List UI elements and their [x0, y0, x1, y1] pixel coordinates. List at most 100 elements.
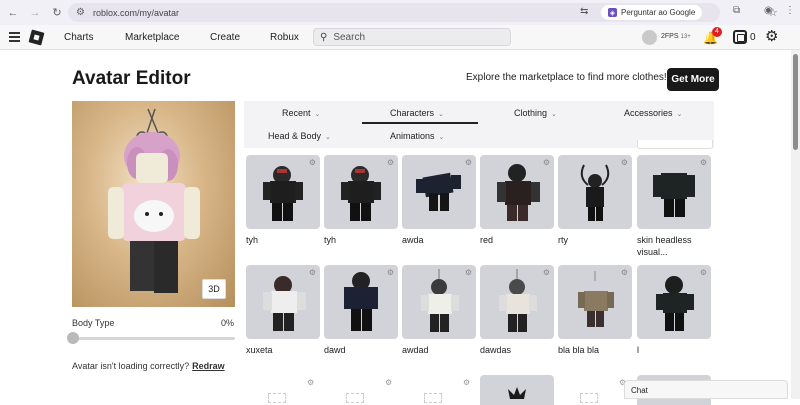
toggle-3d-button[interactable]: 3D: [202, 279, 226, 299]
url-text[interactable]: roblox.com/my/avatar: [93, 8, 179, 18]
body-type-slider-handle[interactable]: [67, 332, 79, 344]
loading-placeholder: [424, 393, 442, 403]
body-type-value: 0%: [221, 318, 235, 328]
character-thumbnail[interactable]: ⚙: [480, 155, 554, 229]
roblox-logo[interactable]: [28, 29, 45, 46]
character-thumbnail[interactable]: ⚙: [324, 265, 398, 339]
tab-recent[interactable]: Recent ⌄: [282, 108, 320, 118]
settings-gear-icon[interactable]: ⚙: [465, 158, 472, 167]
site-info-icon[interactable]: ⚙: [76, 7, 85, 18]
character-card[interactable]: ⚙ awdad: [402, 265, 476, 356]
character-card[interactable]: ⚙ awda: [402, 155, 476, 246]
chevron-down-icon: ⌄: [314, 111, 321, 118]
loading-placeholder: [268, 393, 286, 403]
character-name: xuxeta: [246, 345, 273, 355]
character-figure: [508, 387, 526, 399]
avatar[interactable]: [642, 30, 657, 45]
tab-head-body[interactable]: Head & Body ⌄: [268, 131, 331, 141]
character-name: rty: [558, 235, 568, 245]
search-input[interactable]: ⚲ Search: [313, 28, 511, 46]
character-card[interactable]: ⚙ dawdas: [480, 265, 554, 356]
browser-menu-icon[interactable]: ⋮: [785, 5, 795, 16]
settings-gear-icon[interactable]: ⚙: [387, 268, 394, 277]
profile-icon[interactable]: ◉: [764, 5, 773, 16]
character-name: dawd: [324, 345, 346, 355]
redraw-link[interactable]: Redraw: [192, 361, 225, 371]
robux-icon[interactable]: [733, 30, 747, 44]
character-thumbnail[interactable]: ⚙: [324, 155, 398, 229]
character-thumbnail[interactable]: ⚙: [558, 155, 632, 229]
dropdown-edge: [637, 140, 713, 149]
character-card[interactable]: ⚙ skin headless visual...: [637, 155, 711, 258]
nav-robux[interactable]: Robux: [270, 32, 299, 43]
age-badge: 13+: [680, 34, 691, 40]
tab-characters[interactable]: Characters ⌄: [390, 108, 444, 118]
chevron-down-icon: ⌄: [438, 134, 445, 141]
character-thumbnail[interactable]: ⚙: [558, 265, 632, 339]
menu-icon[interactable]: [9, 32, 20, 42]
character-card[interactable]: ⚙ xuxeta: [246, 265, 320, 356]
tab-accessories[interactable]: Accessories ⌄: [624, 108, 682, 118]
nav-marketplace[interactable]: Marketplace: [125, 32, 179, 43]
tab-animations[interactable]: Animations ⌄: [390, 131, 444, 141]
robux-balance[interactable]: 0: [750, 32, 756, 43]
character-thumbnail[interactable]: ⚙: [402, 265, 476, 339]
body-type-slider-track[interactable]: [72, 337, 235, 340]
chevron-down-icon: ⌄: [438, 111, 444, 118]
settings-gear-icon[interactable]: ⚙: [700, 158, 707, 167]
settings-gear-icon[interactable]: ⚙: [543, 268, 550, 277]
character-card[interactable]: ⚙ tyh: [246, 155, 320, 246]
character-thumbnail[interactable]: ⚙: [246, 155, 320, 229]
settings-gear-icon[interactable]: ⚙: [621, 268, 628, 277]
settings-gear-icon[interactable]: ⚙: [385, 378, 392, 387]
body-type-label: Body Type: [72, 318, 115, 328]
google-lens-icon: ◈: [608, 8, 617, 17]
character-thumbnail[interactable]: [480, 375, 554, 405]
settings-gear-icon[interactable]: ⚙: [700, 268, 707, 277]
address-bar[interactable]: ⚙ roblox.com/my/avatar ⇆ ◈ Perguntar ao …: [68, 3, 778, 22]
reload-icon[interactable]: ↻: [48, 4, 66, 22]
character-name: tyh: [324, 235, 337, 245]
character-card[interactable]: ⚙ red: [480, 155, 554, 246]
avatar-preview: 3D: [72, 101, 235, 307]
settings-gear-icon[interactable]: ⚙: [465, 268, 472, 277]
settings-gear-icon[interactable]: ⚙: [387, 158, 394, 167]
back-arrow-icon[interactable]: ←: [4, 4, 22, 22]
character-thumbnail[interactable]: ⚙: [246, 265, 320, 339]
translate-icon[interactable]: ⇆: [580, 6, 588, 17]
search-placeholder: Search: [333, 31, 366, 43]
character-name: awdad: [402, 345, 429, 355]
get-more-button[interactable]: Get More: [667, 68, 719, 91]
ask-google-button[interactable]: ◈ Perguntar ao Google: [601, 5, 703, 20]
settings-gear-icon[interactable]: ⚙: [463, 378, 470, 387]
tab-clothing[interactable]: Clothing ⌄: [514, 108, 557, 118]
settings-gear-icon[interactable]: ⚙: [307, 378, 314, 387]
settings-gear-icon[interactable]: ⚙: [765, 29, 778, 45]
settings-gear-icon[interactable]: ⚙: [543, 158, 550, 167]
character-card[interactable]: ⚙ dawd: [324, 265, 398, 356]
character-card[interactable]: ⚙ tyh: [324, 155, 398, 246]
loading-placeholder: [580, 393, 598, 403]
scrollbar-thumb[interactable]: [793, 54, 798, 150]
settings-gear-icon[interactable]: ⚙: [309, 268, 316, 277]
forward-arrow-icon[interactable]: →: [26, 4, 44, 22]
character-thumbnail[interactable]: ⚙: [637, 265, 711, 339]
ask-google-label: Perguntar ao Google: [621, 8, 696, 17]
character-thumbnail[interactable]: ⚙: [402, 155, 476, 229]
character-card[interactable]: ⚙ rty: [558, 155, 632, 246]
character-card[interactable]: ⚙ l: [637, 265, 711, 356]
nav-create[interactable]: Create: [210, 32, 240, 43]
chevron-down-icon: ⌄: [325, 134, 331, 141]
character-name: l: [637, 345, 639, 355]
extensions-icon[interactable]: ⧉: [733, 5, 740, 16]
username[interactable]: 2FPS 13+: [661, 33, 691, 40]
nav-charts[interactable]: Charts: [64, 32, 93, 43]
search-icon: ⚲: [320, 31, 328, 43]
character-thumbnail[interactable]: ⚙: [637, 155, 711, 229]
character-card[interactable]: ⚙ bla bla bla: [558, 265, 632, 356]
chat-panel[interactable]: Chat: [624, 380, 788, 399]
settings-gear-icon[interactable]: ⚙: [309, 158, 316, 167]
character-thumbnail[interactable]: ⚙: [480, 265, 554, 339]
explore-text: Explore the marketplace to find more clo…: [466, 72, 667, 83]
settings-gear-icon[interactable]: ⚙: [621, 158, 628, 167]
